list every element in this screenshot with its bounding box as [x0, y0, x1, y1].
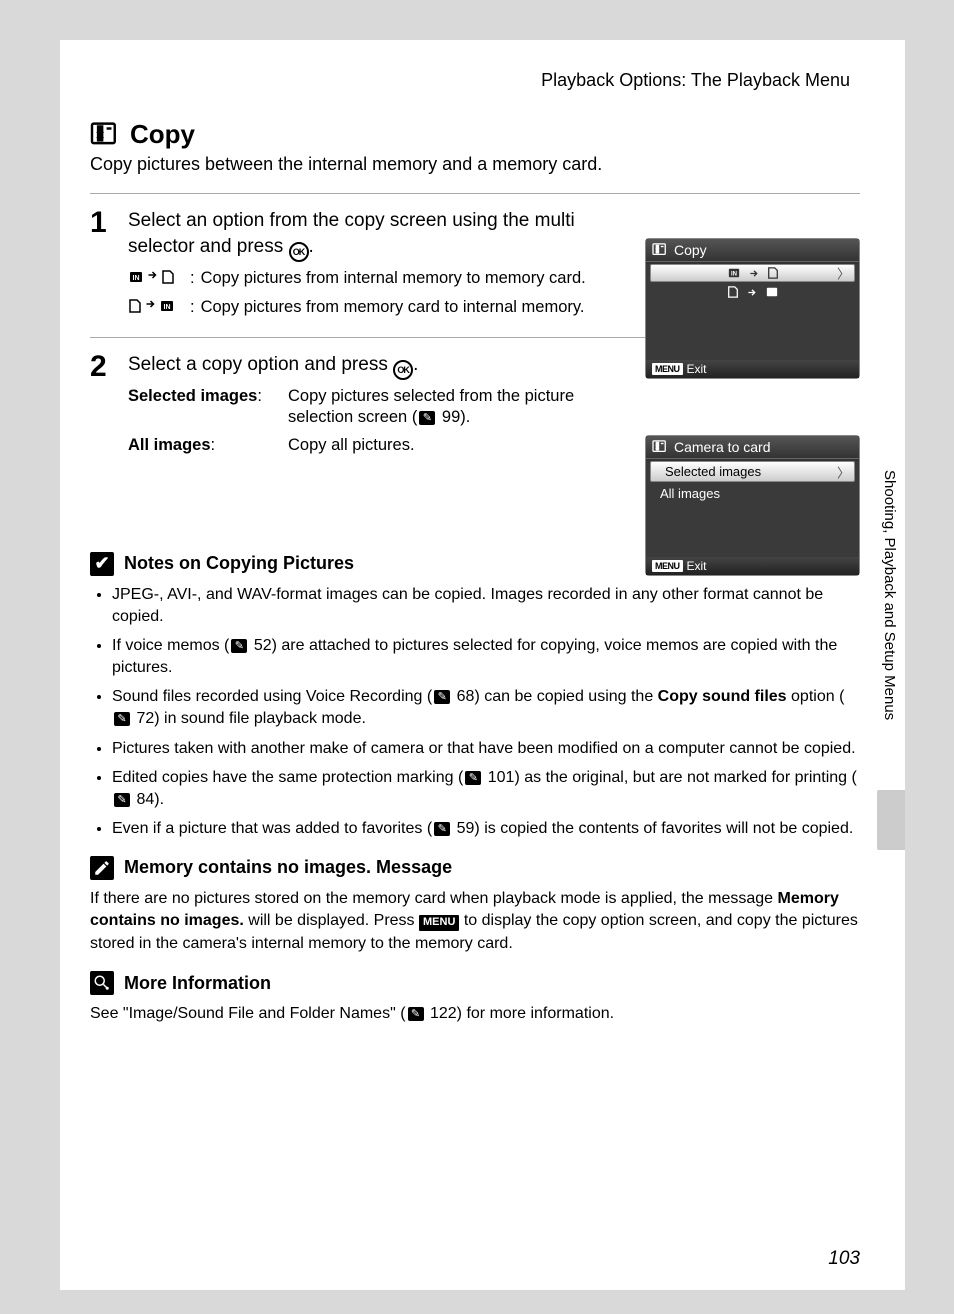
ref-icon: ✎ [114, 712, 130, 726]
note-bullet: If voice memos (✎ 52) are attached to pi… [112, 635, 860, 678]
ok-icon: OK [289, 242, 309, 262]
ref-icon: ✎ [231, 639, 247, 653]
menu-item-card-to-internal[interactable] [646, 284, 859, 300]
ref-icon: ✎ [419, 411, 435, 425]
info-icon [90, 971, 114, 995]
ref-icon: ✎ [465, 771, 481, 785]
note-bullet: Even if a picture that was added to favo… [112, 818, 860, 840]
note-paragraph: See "Image/Sound File and Folder Names" … [90, 1003, 860, 1025]
option-desc: Copy all pictures. [288, 435, 628, 456]
menu-item-internal-to-card[interactable]: 〉 [650, 264, 855, 282]
side-tab-indicator [877, 790, 905, 850]
page-number: 103 [828, 1248, 860, 1270]
menu-item-selected-images[interactable]: Selected images 〉 [650, 461, 855, 482]
step-number: 1 [90, 208, 128, 238]
chevron-right-icon: 〉 [837, 462, 850, 481]
option-label: Selected images [128, 387, 257, 405]
menu-badge-icon: MENU [652, 560, 683, 572]
notes-heading: Memory contains no images. Message [124, 857, 452, 878]
breadcrumb: Playback Options: The Playback Menu [90, 70, 860, 91]
note-paragraph: If there are no pictures stored on the m… [90, 888, 860, 955]
check-icon: ✔ [90, 552, 114, 576]
note-bullet: JPEG-, AVI-, and WAV-format images can b… [112, 584, 860, 627]
page-title: Copy [130, 119, 195, 150]
option-label: All images [128, 436, 211, 454]
notes-heading: Notes on Copying Pictures [124, 553, 354, 574]
menu-item-all-images[interactable]: All images [646, 484, 859, 503]
option-desc: Copy pictures selected from the picture … [288, 386, 628, 429]
menu-badge-icon: MENU [652, 363, 683, 375]
intro-text: Copy pictures between the internal memor… [90, 154, 860, 175]
copy-title-icon [90, 122, 122, 148]
screenshot-camera-to-card: Camera to card Selected images 〉 All ima… [645, 435, 860, 576]
pencil-icon [90, 856, 114, 880]
step-title: Select a copy option and press OK. [128, 352, 628, 380]
sub-desc: Copy pictures from memory card to intern… [201, 297, 598, 318]
chevron-right-icon: 〉 [837, 264, 850, 283]
ref-icon: ✎ [408, 1007, 424, 1021]
ref-icon: ✎ [434, 690, 450, 704]
note-bullet: Pictures taken with another make of came… [112, 738, 860, 760]
step-title: Select an option from the copy screen us… [128, 208, 598, 262]
note-bullet: Sound files recorded using Voice Recordi… [112, 686, 860, 729]
copy-icon [652, 243, 668, 257]
internal-to-card-icon [128, 268, 190, 289]
notes-heading: More Information [124, 973, 271, 994]
ok-icon: OK [393, 360, 413, 380]
note-bullet: Edited copies have the same protection m… [112, 767, 860, 810]
card-to-internal-icon [128, 297, 190, 318]
ref-icon: ✎ [114, 793, 130, 807]
menu-label-icon: MENU [419, 915, 459, 930]
side-section-label: Shooting, Playback and Setup Menus [877, 460, 902, 790]
step-number: 2 [90, 352, 128, 382]
sub-desc: Copy pictures from internal memory to me… [201, 268, 598, 289]
copy-icon [652, 440, 668, 454]
ref-icon: ✎ [434, 822, 450, 836]
screenshot-copy-menu: Copy 〉 MENU Exit [645, 238, 860, 379]
